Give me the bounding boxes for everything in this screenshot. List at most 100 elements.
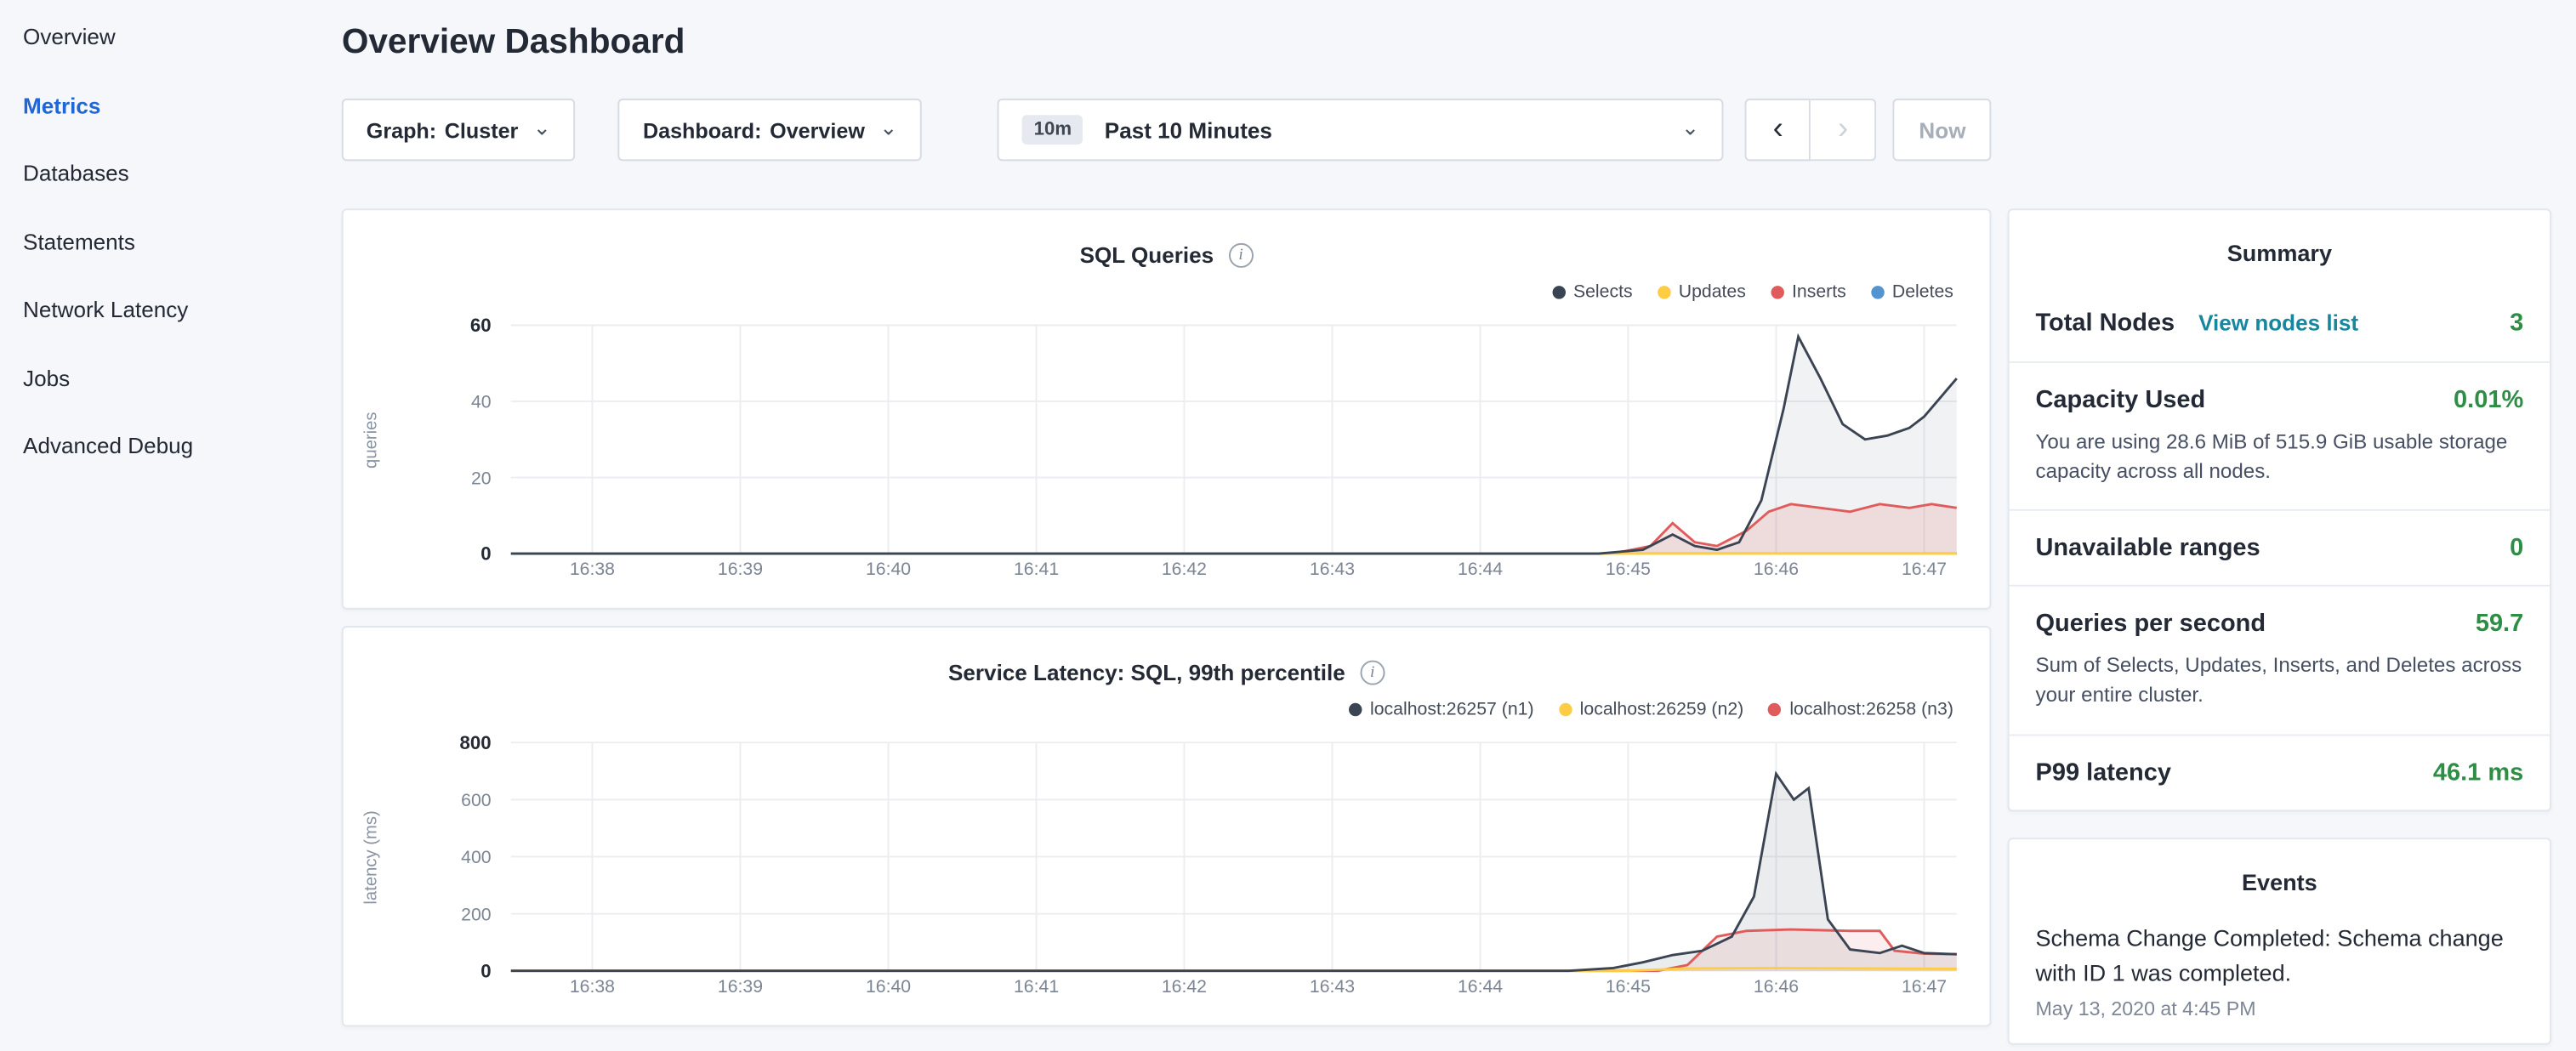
svg-text:16:41: 16:41 — [1014, 976, 1059, 997]
capacity-used-value: 0.01% — [2454, 386, 2523, 414]
sidebar-item-network-latency[interactable]: Network Latency — [23, 294, 342, 327]
time-range-selector[interactable]: 10m Past 10 Minutes ⌄ — [998, 99, 1724, 161]
svg-text:800: 800 — [460, 732, 492, 753]
svg-text:200: 200 — [461, 904, 491, 924]
unavailable-ranges-label: Unavailable ranges — [2036, 534, 2260, 562]
capacity-used-description: You are using 28.6 MiB of 515.9 GiB usab… — [2036, 427, 2524, 486]
legend-dot — [1559, 703, 1572, 716]
controls-bar: Graph: Cluster ⌄ Dashboard: Overview ⌄ 1… — [342, 99, 2551, 161]
info-icon[interactable]: i — [1229, 242, 1254, 267]
service-latency-panel: Service Latency: SQL, 99th percentile i … — [342, 626, 1992, 1026]
svg-text:16:47: 16:47 — [1902, 976, 1947, 997]
time-step-forward-button[interactable]: › — [1811, 99, 1876, 161]
svg-text:16:38: 16:38 — [570, 559, 615, 579]
chart-title-text: SQL Queries — [1080, 242, 1214, 267]
svg-text:16:43: 16:43 — [1310, 559, 1355, 579]
event-message: Schema Change Completed: Schema change w… — [2036, 921, 2524, 992]
legend-item[interactable]: Deletes — [1871, 282, 1953, 302]
svg-text:16:40: 16:40 — [866, 976, 911, 997]
summary-row-total-nodes: Total Nodes View nodes list 3 — [2010, 286, 2550, 363]
dashboard-dropdown-value: Overview — [770, 117, 865, 142]
graph-scope-dropdown[interactable]: Graph: Cluster ⌄ — [342, 99, 576, 161]
legend-dot — [1552, 286, 1565, 298]
side-column: Summary Total Nodes View nodes list 3 — [2008, 208, 2551, 1044]
chart-title: Service Latency: SQL, 99th percentile i — [344, 654, 1990, 690]
summary-card: Summary Total Nodes View nodes list 3 — [2008, 208, 2551, 810]
svg-text:16:45: 16:45 — [1606, 976, 1651, 997]
page-title: Overview Dashboard — [342, 23, 2551, 62]
queries-per-second-value: 59.7 — [2476, 610, 2523, 638]
now-button[interactable]: Now — [1893, 99, 1992, 161]
svg-text:16:40: 16:40 — [866, 559, 911, 579]
svg-text:40: 40 — [471, 392, 492, 412]
legend-dot — [1658, 286, 1670, 298]
chevron-down-icon: ⌄ — [879, 116, 897, 137]
legend-item[interactable]: Selects — [1552, 282, 1633, 302]
event-list-item[interactable]: Schema Change Completed: Schema change w… — [2010, 914, 2550, 1020]
event-timestamp: May 13, 2020 at 4:45 PM — [2036, 997, 2524, 1020]
svg-text:16:43: 16:43 — [1310, 976, 1355, 997]
info-icon[interactable]: i — [1360, 660, 1385, 685]
graph-dropdown-label: Graph: — [367, 117, 436, 142]
app-root: Overview Metrics Databases Statements Ne… — [0, 0, 2576, 1051]
service-latency-chart[interactable]: 16:38 16:39 16:40 16:41 16:42 16:43 16:44 16:45… — [344, 730, 1990, 1006]
chart-legend: Selects Updates Inserts Deletes — [344, 273, 1990, 312]
chevron-down-icon: ⌄ — [1681, 116, 1699, 137]
summary-row-queries-per-second: Queries per second 59.7 Sum of Selects, … — [2010, 587, 2550, 735]
dashboard-dropdown-label: Dashboard: — [643, 117, 762, 142]
legend-dot — [1349, 703, 1362, 716]
legend-dot — [1771, 286, 1783, 298]
legend-item[interactable]: localhost:26259 (n2) — [1559, 700, 1744, 719]
time-step-back-button[interactable]: ‹ — [1745, 99, 1811, 161]
svg-text:16:38: 16:38 — [570, 976, 615, 997]
graph-dropdown-value: Cluster — [445, 117, 519, 142]
chevron-down-icon: ⌄ — [533, 116, 551, 137]
legend-item[interactable]: localhost:26257 (n1) — [1349, 700, 1534, 719]
sidebar-item-databases[interactable]: Databases — [23, 157, 342, 190]
svg-text:16:42: 16:42 — [1162, 976, 1207, 997]
p99-latency-value: 46.1 ms — [2433, 758, 2523, 787]
svg-text:16:47: 16:47 — [1902, 559, 1947, 579]
queries-per-second-label: Queries per second — [2036, 610, 2266, 638]
sidebar-item-overview[interactable]: Overview — [23, 21, 342, 54]
legend-item[interactable]: Inserts — [1771, 282, 1846, 302]
svg-text:400: 400 — [461, 847, 491, 867]
legend-dot — [1768, 703, 1781, 716]
sidebar-item-advanced-debug[interactable]: Advanced Debug — [23, 430, 342, 463]
svg-text:0: 0 — [481, 960, 491, 981]
svg-text:20: 20 — [471, 468, 492, 488]
time-step-buttons: ‹ › — [1745, 99, 1877, 161]
svg-text:16:46: 16:46 — [1754, 559, 1799, 579]
svg-text:16:39: 16:39 — [718, 976, 763, 997]
queries-per-second-description: Sum of Selects, Updates, Inserts, and De… — [2036, 650, 2524, 710]
view-nodes-list-link[interactable]: View nodes list — [2198, 310, 2358, 335]
time-range-badge: 10m — [1022, 115, 1083, 145]
content-row: SQL Queries i Selects Updates Inserts Delet… — [342, 208, 2551, 1044]
sql-queries-chart[interactable]: 16:3816:3916:4016:4116:4216:4316:4416:45… — [344, 312, 1990, 588]
svg-text:16:44: 16:44 — [1458, 976, 1503, 997]
sidebar-item-statements[interactable]: Statements — [23, 226, 342, 259]
time-range-value: Past 10 Minutes — [1105, 117, 1272, 142]
summary-row-p99-latency: P99 latency 46.1 ms — [2010, 735, 2550, 809]
sidebar-item-metrics[interactable]: Metrics — [23, 89, 342, 122]
sql-queries-panel: SQL Queries i Selects Updates Inserts Delet… — [342, 208, 1992, 609]
legend-item[interactable]: localhost:26258 (n3) — [1768, 700, 1953, 719]
svg-text:16:41: 16:41 — [1014, 559, 1059, 579]
events-card: Events Schema Change Completed: Schema c… — [2008, 837, 2551, 1044]
svg-text:16:39: 16:39 — [718, 559, 763, 579]
total-nodes-value: 3 — [2510, 309, 2523, 337]
legend-item[interactable]: Updates — [1658, 282, 1746, 302]
chart-title-text: Service Latency: SQL, 99th percentile — [948, 660, 1345, 685]
svg-text:16:42: 16:42 — [1162, 559, 1207, 579]
svg-text:16:45: 16:45 — [1606, 559, 1651, 579]
chart-title: SQL Queries i — [344, 236, 1990, 272]
summary-row-unavailable-ranges: Unavailable ranges 0 — [2010, 511, 2550, 587]
dashboard-dropdown[interactable]: Dashboard: Overview ⌄ — [618, 99, 922, 161]
p99-latency-label: P99 latency — [2036, 758, 2171, 787]
summary-row-capacity-used: Capacity Used 0.01% You are using 28.6 M… — [2010, 363, 2550, 511]
total-nodes-label: Total Nodes — [2036, 309, 2175, 337]
chart-legend: localhost:26257 (n1) localhost:26259 (n2)… — [344, 690, 1990, 729]
svg-text:60: 60 — [470, 315, 492, 336]
charts-column: SQL Queries i Selects Updates Inserts Delet… — [342, 208, 1992, 1042]
sidebar-item-jobs[interactable]: Jobs — [23, 362, 342, 395]
